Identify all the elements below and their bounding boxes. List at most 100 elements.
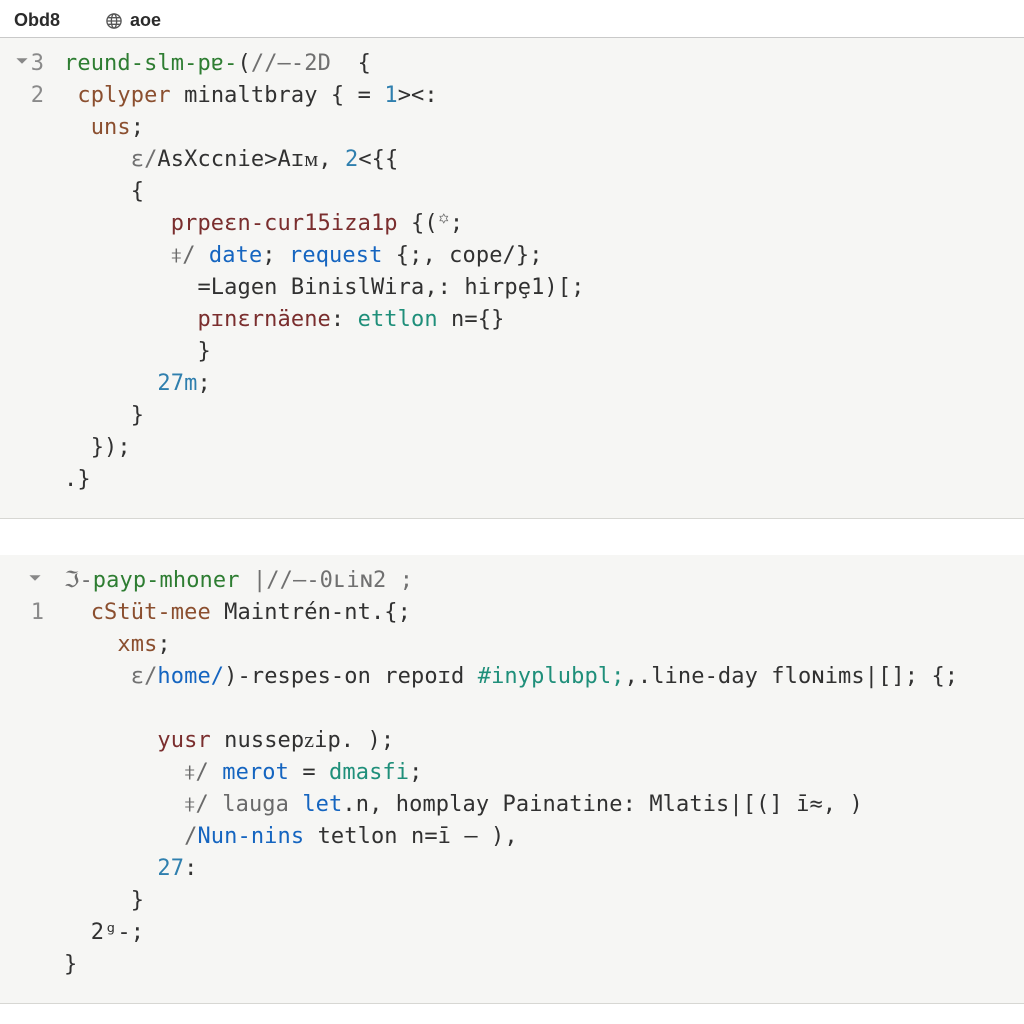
- code-line[interactable]: =Lagen BinislWira,: hirpȩ1)[;: [64, 272, 1014, 304]
- line-number[interactable]: [0, 176, 50, 208]
- code-token: ;: [450, 211, 463, 236]
- line-number[interactable]: [0, 757, 50, 789]
- line-number[interactable]: [0, 853, 50, 885]
- code-line[interactable]: cplyper minaltbray { = 1><:: [64, 80, 1014, 112]
- code-line[interactable]: }: [64, 885, 1014, 917]
- code-token: cplyper: [77, 83, 170, 108]
- code-line[interactable]: xms;: [64, 629, 1014, 661]
- line-number[interactable]: [0, 949, 50, 981]
- code-line[interactable]: }: [64, 336, 1014, 368]
- code-line[interactable]: ⧧/ date; request {;, cope/};: [64, 240, 1014, 272]
- line-number[interactable]: [0, 400, 50, 432]
- line-number[interactable]: [0, 789, 50, 821]
- code-token: ⧧/: [64, 760, 222, 785]
- line-number[interactable]: [0, 917, 50, 949]
- code-token: [64, 600, 91, 625]
- line-gutter: 32: [0, 38, 50, 518]
- code-line[interactable]: ε/AsXccnie>Aɪᴍ, 2<{{: [64, 144, 1014, 176]
- line-number[interactable]: [0, 144, 50, 176]
- code-token: }: [64, 339, 211, 364]
- code-line[interactable]: ⧧/ lauga let.n, homplay Painatine: Mlati…: [64, 789, 1014, 821]
- code-token: ettlon: [358, 307, 438, 332]
- line-number[interactable]: 1: [0, 597, 50, 629]
- code-token: minaltbray {: [171, 83, 358, 108]
- code-token: .n, homplay Painatine: Mlatis|[(] ī≈, ): [342, 792, 862, 817]
- code-token: ;: [157, 632, 170, 657]
- code-line[interactable]: yusr nussepᴢip. );: [64, 725, 1014, 757]
- code-token: merot: [222, 760, 289, 785]
- code-token: ={}: [464, 307, 504, 332]
- line-number[interactable]: [0, 240, 50, 272]
- code-line[interactable]: ⧧/ merot = dmasfi;: [64, 757, 1014, 789]
- code-token: ><:: [398, 83, 438, 108]
- line-number[interactable]: 3: [0, 48, 50, 80]
- code-line[interactable]: [64, 693, 1014, 725]
- code-token: Nun-nins: [197, 824, 304, 849]
- code-line[interactable]: });: [64, 432, 1014, 464]
- code-line[interactable]: .}: [64, 464, 1014, 496]
- code-token: 27: [157, 856, 184, 881]
- code-token: ;: [262, 243, 289, 268]
- code-token: //—-2D: [251, 51, 331, 76]
- fold-toggle-icon[interactable]: [15, 46, 29, 78]
- code-block[interactable]: ℑ-payp-mhoner |//—-0ʟiɴ2 ; cStüt-mee Mai…: [56, 555, 1024, 1003]
- code-token: [64, 211, 171, 236]
- line-number[interactable]: [0, 432, 50, 464]
- code-token: pɪnɛrnäene: [197, 307, 330, 332]
- code-block[interactable]: reund-slm-pɐ-(//—-2D { cplyper minaltbra…: [56, 38, 1024, 518]
- code-token: xms: [64, 632, 157, 657]
- line-number[interactable]: [0, 112, 50, 144]
- code-token: uns: [64, 115, 131, 140]
- code-token: ;: [409, 760, 422, 785]
- line-number[interactable]: [0, 368, 50, 400]
- code-token: ꙳: [438, 211, 450, 236]
- code-line[interactable]: reund-slm-pɐ-(//—-2D {: [64, 48, 1014, 80]
- code-line[interactable]: uns;: [64, 112, 1014, 144]
- line-number[interactable]: [0, 208, 50, 240]
- code-line[interactable]: }: [64, 949, 1014, 981]
- line-number[interactable]: [0, 821, 50, 853]
- code-line[interactable]: 2ᵍ-;: [64, 917, 1014, 949]
- line-number[interactable]: [0, 565, 50, 597]
- line-number[interactable]: [0, 629, 50, 661]
- code-token: 2: [345, 147, 358, 172]
- code-token: :: [331, 307, 358, 332]
- code-token: prpeɛn-cur15iza1p: [171, 211, 398, 236]
- line-number[interactable]: [0, 272, 50, 304]
- code-token: }: [64, 403, 144, 428]
- line-number[interactable]: [0, 661, 50, 693]
- code-token: |//—-0ʟiɴ2 ;: [240, 568, 414, 593]
- code-line[interactable]: cStüt-mee Maintrén-nt.{;: [64, 597, 1014, 629]
- code-line[interactable]: ℑ-payp-mhoner |//—-0ʟiɴ2 ;: [64, 565, 1014, 597]
- code-token: cStüt-mee: [91, 600, 211, 625]
- code-token: dmasfi: [329, 760, 409, 785]
- code-line[interactable]: {: [64, 176, 1014, 208]
- code-line[interactable]: ε/home/)-respes-on repoɪd #inyplubpl;,.l…: [64, 661, 1014, 693]
- code-token: {;,: [382, 243, 449, 268]
- code-token: };: [516, 243, 543, 268]
- code-token: =Lagen BinislWira,: hirpȩ1)[;: [64, 275, 584, 300]
- code-line[interactable]: 27m;: [64, 368, 1014, 400]
- fold-toggle-icon[interactable]: [28, 563, 42, 595]
- code-token: .}: [64, 467, 91, 492]
- line-number[interactable]: [0, 336, 50, 368]
- code-line[interactable]: }: [64, 400, 1014, 432]
- line-number[interactable]: [0, 304, 50, 336]
- code-token: :: [184, 856, 197, 881]
- line-number[interactable]: 2: [0, 80, 50, 112]
- code-token: ,.line-day floɴims|[]; {;: [625, 664, 959, 689]
- code-panel-1: 32 reund-slm-pɐ-(//—-2D { cplyper minalt…: [0, 38, 1024, 519]
- code-line[interactable]: prpeɛn-cur15iza1p {(꙳;: [64, 208, 1014, 240]
- code-line[interactable]: 27:: [64, 853, 1014, 885]
- tab-obd8[interactable]: Obd8: [14, 10, 60, 31]
- line-number[interactable]: [0, 464, 50, 496]
- line-number[interactable]: [0, 693, 50, 725]
- code-token: [64, 856, 157, 881]
- code-token: n: [438, 307, 465, 332]
- code-token: <{{: [358, 147, 398, 172]
- tab-aoe[interactable]: aoe: [104, 10, 161, 31]
- code-line[interactable]: pɪnɛrnäene: ettlon n={}: [64, 304, 1014, 336]
- line-number[interactable]: [0, 885, 50, 917]
- code-line[interactable]: /Nun-nins tetlon n=ī — ),: [64, 821, 1014, 853]
- line-number[interactable]: [0, 725, 50, 757]
